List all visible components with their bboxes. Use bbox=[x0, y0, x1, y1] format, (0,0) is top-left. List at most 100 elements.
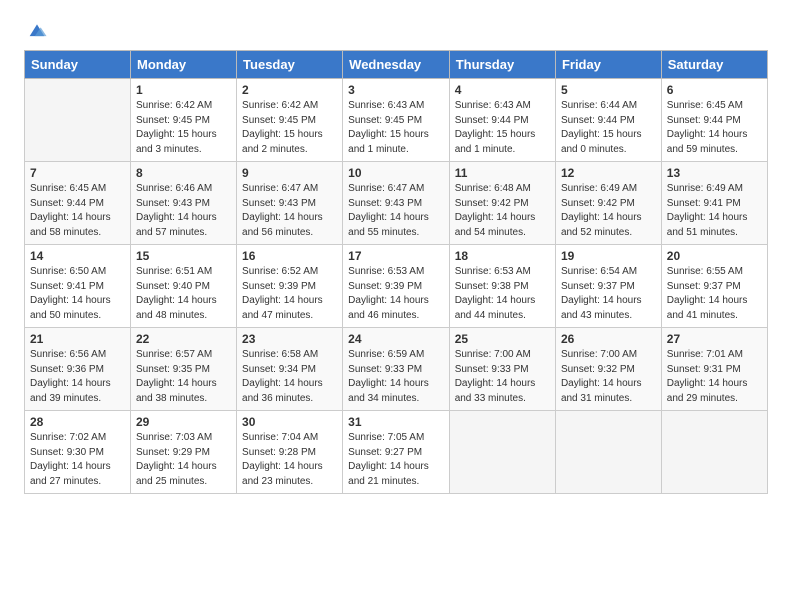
day-of-week-header: Thursday bbox=[449, 51, 555, 79]
day-of-week-header: Wednesday bbox=[343, 51, 450, 79]
calendar-day-cell: 9 Sunrise: 6:47 AMSunset: 9:43 PMDaylight… bbox=[237, 162, 343, 245]
calendar-day-cell: 11 Sunrise: 6:48 AMSunset: 9:42 PMDayligh… bbox=[449, 162, 555, 245]
day-number: 21 bbox=[30, 332, 125, 346]
day-number: 12 bbox=[561, 166, 656, 180]
calendar-day-cell: 27 Sunrise: 7:01 AMSunset: 9:31 PMDayligh… bbox=[661, 328, 767, 411]
calendar-header-row: SundayMondayTuesdayWednesdayThursdayFrid… bbox=[25, 51, 768, 79]
day-info: Sunrise: 6:50 AMSunset: 9:41 PMDaylight:… bbox=[30, 265, 125, 323]
day-number: 18 bbox=[455, 249, 550, 263]
day-info: Sunrise: 7:05 AMSunset: 9:27 PMDaylight:… bbox=[348, 431, 444, 489]
day-number: 6 bbox=[667, 83, 762, 97]
calendar-day-cell: 5 Sunrise: 6:44 AMSunset: 9:44 PMDaylight… bbox=[555, 79, 661, 162]
calendar-day-cell: 3Sunrise: 6:43 AMSunset: 9:45 PMDaylight… bbox=[343, 79, 450, 162]
day-number: 16 bbox=[242, 249, 337, 263]
calendar-day-cell: 8Sunrise: 6:46 AMSunset: 9:43 PMDaylight… bbox=[131, 162, 237, 245]
calendar-day-cell: 21 Sunrise: 6:56 AMSunset: 9:36 PMDayligh… bbox=[25, 328, 131, 411]
day-number: 9 bbox=[242, 166, 337, 180]
day-info: Sunrise: 7:00 AMSunset: 9:33 PMDaylight:… bbox=[455, 348, 550, 406]
calendar-day-cell: 17 Sunrise: 6:53 AMSunset: 9:39 PMDayligh… bbox=[343, 245, 450, 328]
day-info: Sunrise: 6:49 AMSunset: 9:42 PMDaylight:… bbox=[561, 182, 656, 240]
day-number: 14 bbox=[30, 249, 125, 263]
day-info: Sunrise: 6:42 AMSunset: 9:45 PMDaylight:… bbox=[242, 99, 337, 157]
day-info: Sunrise: 6:52 AMSunset: 9:39 PMDaylight:… bbox=[242, 265, 337, 323]
day-info: Sunrise: 6:57 AMSunset: 9:35 PMDaylight:… bbox=[136, 348, 231, 406]
calendar-day-cell: 25 Sunrise: 7:00 AMSunset: 9:33 PMDayligh… bbox=[449, 328, 555, 411]
day-number: 4 bbox=[455, 83, 550, 97]
day-number: 19 bbox=[561, 249, 656, 263]
calendar-week-row: 21 Sunrise: 6:56 AMSunset: 9:36 PMDayligh… bbox=[25, 328, 768, 411]
logo-icon bbox=[26, 20, 48, 42]
day-info: Sunrise: 6:47 AMSunset: 9:43 PMDaylight:… bbox=[348, 182, 444, 240]
calendar-day-cell: 15Sunrise: 6:51 AMSunset: 9:40 PMDayligh… bbox=[131, 245, 237, 328]
day-number: 24 bbox=[348, 332, 444, 346]
day-of-week-header: Friday bbox=[555, 51, 661, 79]
day-number: 2 bbox=[242, 83, 337, 97]
day-number: 15 bbox=[136, 249, 231, 263]
day-number: 5 bbox=[561, 83, 656, 97]
day-info: Sunrise: 6:54 AMSunset: 9:37 PMDaylight:… bbox=[561, 265, 656, 323]
day-number: 25 bbox=[455, 332, 550, 346]
day-number: 26 bbox=[561, 332, 656, 346]
calendar-day-cell: 22 Sunrise: 6:57 AMSunset: 9:35 PMDayligh… bbox=[131, 328, 237, 411]
day-info: Sunrise: 6:48 AMSunset: 9:42 PMDaylight:… bbox=[455, 182, 550, 240]
calendar-day-cell: 14 Sunrise: 6:50 AMSunset: 9:41 PMDayligh… bbox=[25, 245, 131, 328]
calendar-table: SundayMondayTuesdayWednesdayThursdayFrid… bbox=[24, 50, 768, 494]
day-info: Sunrise: 6:43 AMSunset: 9:44 PMDaylight:… bbox=[455, 99, 550, 157]
day-number: 3 bbox=[348, 83, 444, 97]
calendar-day-cell: 26 Sunrise: 7:00 AMSunset: 9:32 PMDayligh… bbox=[555, 328, 661, 411]
day-info: Sunrise: 6:59 AMSunset: 9:33 PMDaylight:… bbox=[348, 348, 444, 406]
day-info: Sunrise: 6:55 AMSunset: 9:37 PMDaylight:… bbox=[667, 265, 762, 323]
day-info: Sunrise: 7:00 AMSunset: 9:32 PMDaylight:… bbox=[561, 348, 656, 406]
day-number: 29 bbox=[136, 415, 231, 429]
calendar-day-cell bbox=[661, 411, 767, 494]
day-info: Sunrise: 6:45 AMSunset: 9:44 PMDaylight:… bbox=[30, 182, 125, 240]
day-number: 13 bbox=[667, 166, 762, 180]
calendar-day-cell: 18 Sunrise: 6:53 AMSunset: 9:38 PMDayligh… bbox=[449, 245, 555, 328]
calendar-day-cell: 19 Sunrise: 6:54 AMSunset: 9:37 PMDayligh… bbox=[555, 245, 661, 328]
day-number: 11 bbox=[455, 166, 550, 180]
calendar-week-row: 14 Sunrise: 6:50 AMSunset: 9:41 PMDayligh… bbox=[25, 245, 768, 328]
calendar-day-cell: 13 Sunrise: 6:49 AMSunset: 9:41 PMDayligh… bbox=[661, 162, 767, 245]
logo bbox=[24, 20, 48, 42]
day-info: Sunrise: 6:53 AMSunset: 9:38 PMDaylight:… bbox=[455, 265, 550, 323]
calendar-day-cell bbox=[449, 411, 555, 494]
day-info: Sunrise: 6:45 AMSunset: 9:44 PMDaylight:… bbox=[667, 99, 762, 157]
day-info: Sunrise: 6:42 AMSunset: 9:45 PMDaylight:… bbox=[136, 99, 231, 157]
calendar-day-cell: 2 Sunrise: 6:42 AMSunset: 9:45 PMDaylight… bbox=[237, 79, 343, 162]
calendar-day-cell: 4 Sunrise: 6:43 AMSunset: 9:44 PMDaylight… bbox=[449, 79, 555, 162]
day-of-week-header: Saturday bbox=[661, 51, 767, 79]
day-info: Sunrise: 6:58 AMSunset: 9:34 PMDaylight:… bbox=[242, 348, 337, 406]
calendar-day-cell: 7 Sunrise: 6:45 AMSunset: 9:44 PMDaylight… bbox=[25, 162, 131, 245]
calendar-day-cell: 23 Sunrise: 6:58 AMSunset: 9:34 PMDayligh… bbox=[237, 328, 343, 411]
day-number: 8 bbox=[136, 166, 231, 180]
day-info: Sunrise: 6:47 AMSunset: 9:43 PMDaylight:… bbox=[242, 182, 337, 240]
calendar-week-row: 28 Sunrise: 7:02 AMSunset: 9:30 PMDayligh… bbox=[25, 411, 768, 494]
day-number: 23 bbox=[242, 332, 337, 346]
day-info: Sunrise: 6:56 AMSunset: 9:36 PMDaylight:… bbox=[30, 348, 125, 406]
day-number: 27 bbox=[667, 332, 762, 346]
calendar-week-row: 7 Sunrise: 6:45 AMSunset: 9:44 PMDaylight… bbox=[25, 162, 768, 245]
day-number: 28 bbox=[30, 415, 125, 429]
calendar-day-cell bbox=[555, 411, 661, 494]
calendar-day-cell: 1 Sunrise: 6:42 AMSunset: 9:45 PMDaylight… bbox=[131, 79, 237, 162]
day-info: Sunrise: 7:02 AMSunset: 9:30 PMDaylight:… bbox=[30, 431, 125, 489]
header bbox=[24, 20, 768, 42]
day-info: Sunrise: 7:01 AMSunset: 9:31 PMDaylight:… bbox=[667, 348, 762, 406]
day-info: Sunrise: 6:44 AMSunset: 9:44 PMDaylight:… bbox=[561, 99, 656, 157]
calendar-day-cell: 20 Sunrise: 6:55 AMSunset: 9:37 PMDayligh… bbox=[661, 245, 767, 328]
day-info: Sunrise: 6:49 AMSunset: 9:41 PMDaylight:… bbox=[667, 182, 762, 240]
day-number: 20 bbox=[667, 249, 762, 263]
calendar-day-cell: 6 Sunrise: 6:45 AMSunset: 9:44 PMDaylight… bbox=[661, 79, 767, 162]
day-number: 30 bbox=[242, 415, 337, 429]
day-of-week-header: Sunday bbox=[25, 51, 131, 79]
calendar-day-cell: 29 Sunrise: 7:03 AMSunset: 9:29 PMDayligh… bbox=[131, 411, 237, 494]
calendar-day-cell: 10Sunrise: 6:47 AMSunset: 9:43 PMDayligh… bbox=[343, 162, 450, 245]
day-info: Sunrise: 7:03 AMSunset: 9:29 PMDaylight:… bbox=[136, 431, 231, 489]
day-number: 7 bbox=[30, 166, 125, 180]
calendar-day-cell: 24 Sunrise: 6:59 AMSunset: 9:33 PMDayligh… bbox=[343, 328, 450, 411]
day-info: Sunrise: 6:53 AMSunset: 9:39 PMDaylight:… bbox=[348, 265, 444, 323]
day-number: 1 bbox=[136, 83, 231, 97]
day-number: 17 bbox=[348, 249, 444, 263]
day-number: 22 bbox=[136, 332, 231, 346]
day-of-week-header: Monday bbox=[131, 51, 237, 79]
